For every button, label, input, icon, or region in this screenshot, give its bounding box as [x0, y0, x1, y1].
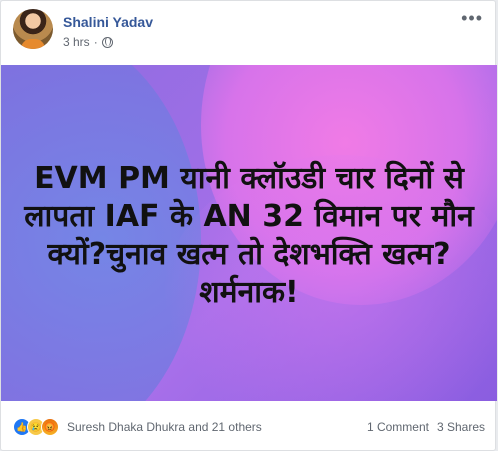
- globe-icon[interactable]: [101, 36, 113, 48]
- post-meta: 3 hrs ·: [63, 35, 113, 49]
- comment-count[interactable]: 1 Comment: [367, 420, 429, 434]
- post-card: Shalini Yadav 3 hrs · ••• EVM PM यानी क्…: [0, 0, 497, 451]
- reaction-icons[interactable]: 👍 😢 😡: [13, 418, 59, 436]
- post-image[interactable]: EVM PM यानी क्लॉउडी चार दिनों से लापता I…: [1, 65, 497, 401]
- post-timestamp[interactable]: 3 hrs: [63, 35, 90, 49]
- more-options-icon[interactable]: •••: [461, 9, 483, 27]
- post-header: Shalini Yadav 3 hrs · •••: [13, 9, 487, 53]
- post-stats: 1 Comment 3 Shares: [367, 420, 485, 434]
- post-text: EVM PM यानी क्लॉउडी चार दिनों से लापता I…: [24, 161, 474, 310]
- avatar[interactable]: [13, 9, 53, 49]
- meta-separator: ·: [93, 35, 98, 49]
- angry-icon[interactable]: 😡: [41, 418, 59, 436]
- post-footer: 👍 😢 😡 Suresh Dhaka Dhukra and 21 others …: [13, 415, 485, 439]
- share-count[interactable]: 3 Shares: [437, 420, 485, 434]
- reaction-names[interactable]: Suresh Dhaka Dhukra and 21 others: [67, 420, 262, 434]
- author-name[interactable]: Shalini Yadav: [63, 14, 153, 30]
